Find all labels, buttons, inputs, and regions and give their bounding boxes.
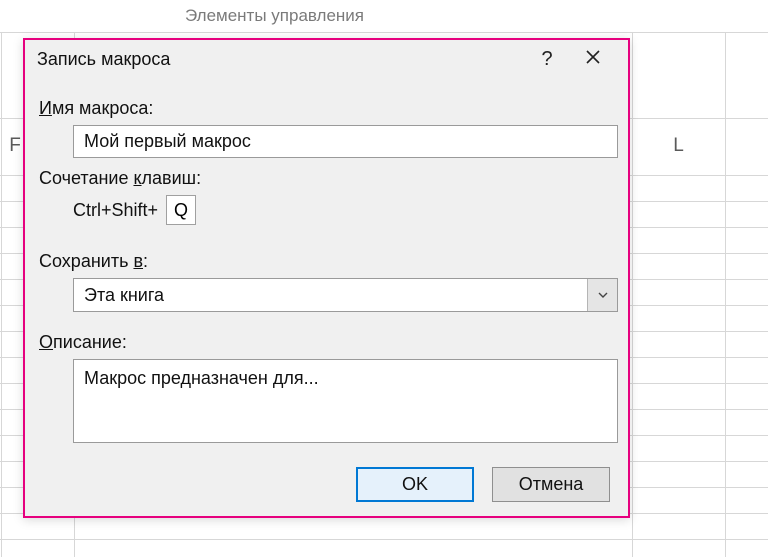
close-icon: [585, 48, 601, 71]
column-header-L[interactable]: L: [632, 118, 725, 174]
store-in-label: Сохранить в:: [39, 251, 614, 272]
ok-button[interactable]: OK: [356, 467, 474, 502]
record-macro-dialog: Запись макроса ? Имя макроса: Сочетание …: [23, 38, 630, 518]
store-in-select[interactable]: [73, 278, 618, 312]
help-button[interactable]: ?: [524, 40, 570, 78]
shortcut-key-input[interactable]: [166, 195, 196, 225]
close-button[interactable]: [570, 40, 616, 78]
description-textarea[interactable]: [73, 359, 618, 443]
ribbon-group-label: Элементы управления: [185, 6, 364, 26]
macro-name-label: Имя макроса:: [39, 98, 614, 119]
dialog-titlebar[interactable]: Запись макроса ?: [25, 40, 628, 78]
shortcut-label: Сочетание клавиш:: [39, 168, 614, 189]
dialog-title: Запись макроса: [37, 49, 524, 70]
description-label: Описание:: [39, 332, 614, 353]
cancel-button[interactable]: Отмена: [492, 467, 610, 502]
shortcut-prefix: Ctrl+Shift+: [73, 200, 158, 221]
macro-name-input[interactable]: [73, 125, 618, 158]
